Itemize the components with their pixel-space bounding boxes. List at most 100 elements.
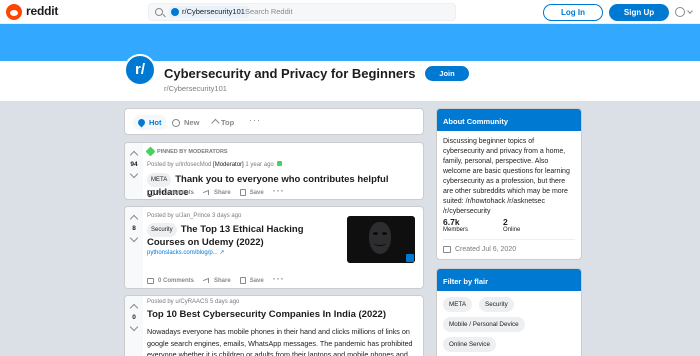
bookmark-icon bbox=[239, 189, 246, 196]
search-input[interactable]: Search Reddit bbox=[245, 7, 293, 16]
vote-count: 8 bbox=[132, 225, 136, 232]
comments-button[interactable]: 0 Comments bbox=[147, 277, 195, 284]
online-count: 2 bbox=[503, 217, 508, 227]
divider bbox=[443, 239, 575, 240]
sort-top-button[interactable]: Top bbox=[211, 116, 234, 129]
share-label: Share bbox=[214, 189, 231, 196]
search-bar[interactable]: r/Cybersecurity101 Search Reddit bbox=[148, 3, 456, 21]
signup-button[interactable]: Sign Up bbox=[609, 4, 669, 21]
post-body: Nowadays everyone has mobile phones in t… bbox=[147, 327, 413, 356]
post-card[interactable]: 8 Posted by u/Jan_Prince 3 days ago Secu… bbox=[124, 206, 424, 289]
user-icon bbox=[675, 7, 685, 17]
about-heading: About Community bbox=[437, 109, 581, 131]
about-community-card: About Community Discussing beginner topi… bbox=[436, 108, 582, 260]
sparkle-icon bbox=[172, 118, 180, 127]
post-meta: Posted by u/Jan_Prince 3 days ago bbox=[147, 213, 241, 219]
subreddit-banner bbox=[0, 24, 700, 61]
more-options-button[interactable]: ··· bbox=[273, 186, 285, 196]
save-label: Save bbox=[249, 277, 264, 284]
members-count: 6.7k bbox=[443, 217, 460, 227]
upvote-arrow-icon[interactable] bbox=[130, 302, 138, 310]
post-actions: 0 Comments Share Save ··· bbox=[147, 186, 294, 196]
downvote-arrow-icon[interactable] bbox=[130, 235, 138, 243]
flair-chip-online-service[interactable]: Online Service bbox=[443, 337, 496, 352]
filter-by-flair-card: Filter by flair META Security Mobile / P… bbox=[436, 268, 582, 356]
chevron-down-icon bbox=[687, 8, 693, 14]
vote-column: 0 bbox=[125, 296, 143, 356]
search-chip-label: r/Cybersecurity101 bbox=[182, 7, 245, 16]
join-button[interactable]: Join bbox=[425, 66, 469, 81]
save-button[interactable]: Save bbox=[239, 189, 264, 196]
search-subreddit-chip[interactable]: r/Cybersecurity101 bbox=[169, 6, 249, 18]
vote-column: 94 bbox=[125, 143, 143, 199]
post-thumbnail[interactable] bbox=[347, 216, 415, 263]
subreddit-icon bbox=[171, 8, 179, 16]
top-header: reddit r/Cybersecurity101 Search Reddit … bbox=[0, 0, 700, 24]
external-link[interactable]: pythonslacks.com/blog/p... ↗ bbox=[147, 249, 224, 256]
online-label: Online bbox=[503, 227, 521, 233]
comments-label: 0 Comments bbox=[158, 277, 195, 284]
mod-shield-icon bbox=[277, 161, 283, 166]
save-label: Save bbox=[249, 189, 264, 196]
pin-icon bbox=[145, 146, 156, 157]
subreddit-avatar: r/ bbox=[124, 54, 156, 86]
share-icon bbox=[203, 190, 210, 196]
share-label: Share bbox=[214, 277, 231, 284]
login-button[interactable]: Log In bbox=[543, 4, 603, 21]
subreddit-name: r/Cybersecurity101 bbox=[164, 84, 227, 93]
post-card[interactable]: 0 Posted by u/CyRAACS 5 days ago Top 10 … bbox=[124, 295, 424, 356]
community-description: Discussing beginner topics of cybersecur… bbox=[443, 138, 570, 215]
vote-column: 8 bbox=[125, 207, 143, 288]
created-text: Created Jul 6, 2020 bbox=[455, 246, 517, 253]
post-title[interactable]: Top 10 Best Cybersecurity Companies In I… bbox=[147, 309, 386, 321]
post-flair[interactable]: META bbox=[147, 173, 172, 187]
share-button[interactable]: Share bbox=[203, 190, 231, 196]
downvote-arrow-icon[interactable] bbox=[130, 171, 138, 179]
post-meta: Posted by u/CyRAACS 5 days ago bbox=[147, 299, 239, 305]
sort-bar: Hot New Top ··· bbox=[124, 108, 539, 135]
flame-icon bbox=[136, 117, 147, 128]
flair-chip-security[interactable]: Security bbox=[479, 297, 514, 312]
post-author[interactable]: Posted by u/Jan_Prince 3 days ago bbox=[147, 213, 241, 219]
post-card[interactable]: 94 PINNED BY MODERATORS Posted by u/Info… bbox=[124, 142, 424, 200]
comments-label: 0 Comments bbox=[158, 189, 195, 196]
vote-count: 0 bbox=[132, 314, 136, 321]
upvote-arrow-icon[interactable] bbox=[130, 149, 138, 157]
sort-hot-button[interactable]: Hot bbox=[133, 115, 167, 130]
comment-icon bbox=[147, 189, 154, 196]
sort-new-label: New bbox=[184, 118, 200, 127]
downvote-arrow-icon[interactable] bbox=[130, 324, 138, 332]
upvote-arrow-icon[interactable] bbox=[130, 213, 138, 221]
bookmark-icon bbox=[239, 277, 246, 284]
share-button[interactable]: Share bbox=[203, 278, 231, 284]
subreddit-title: Cybersecurity and Privacy for Beginners bbox=[164, 66, 416, 81]
sort-hot-label: Hot bbox=[149, 118, 162, 127]
more-options-button[interactable]: ··· bbox=[273, 274, 285, 284]
post-title[interactable]: Security The Top 13 Ethical Hacking Cours… bbox=[147, 223, 337, 249]
vote-count: 94 bbox=[130, 161, 138, 168]
user-menu-button[interactable] bbox=[675, 7, 693, 17]
save-button[interactable]: Save bbox=[239, 277, 264, 284]
flair-chip-mobile-personal-device[interactable]: Mobile / Personal Device bbox=[443, 317, 525, 332]
sort-top-label: Top bbox=[221, 118, 235, 127]
pinned-text: PINNED BY MODERATORS bbox=[157, 148, 228, 155]
reddit-logo-icon[interactable] bbox=[6, 4, 22, 20]
created-date: Created Jul 6, 2020 bbox=[443, 246, 516, 253]
moderator-tag: [Moderator] bbox=[213, 162, 244, 168]
post-author[interactable]: Posted by u/CyRAACS 5 days ago bbox=[147, 299, 239, 305]
comments-button[interactable]: 0 Comments bbox=[147, 189, 195, 196]
reddit-wordmark[interactable]: reddit bbox=[26, 4, 58, 18]
anonymous-mask-image bbox=[369, 222, 391, 254]
more-sort-options-button[interactable]: ··· bbox=[249, 115, 261, 125]
post-author[interactable]: Posted by u/InfosecMod bbox=[147, 162, 211, 168]
post-flair[interactable]: Security bbox=[147, 223, 177, 237]
pinned-label: PINNED BY MODERATORS bbox=[145, 146, 228, 157]
post-actions: 0 Comments Share Save ··· bbox=[147, 274, 294, 284]
comment-icon bbox=[147, 277, 154, 284]
sort-new-button[interactable]: New bbox=[172, 116, 199, 129]
flair-chip-meta[interactable]: META bbox=[443, 297, 473, 312]
share-icon bbox=[203, 278, 210, 284]
cake-icon bbox=[443, 246, 451, 253]
external-link-icon bbox=[406, 254, 414, 262]
search-icon bbox=[155, 8, 163, 16]
